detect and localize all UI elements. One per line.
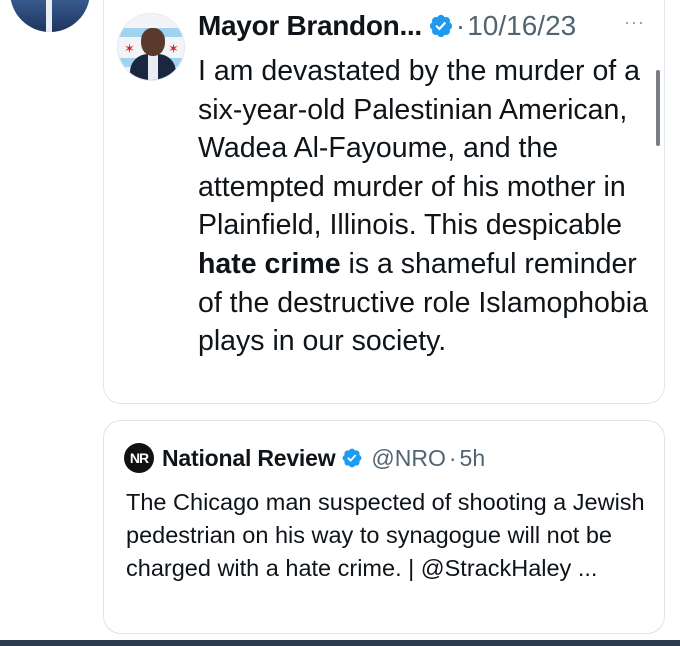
- flag-star-icon: ✶: [168, 41, 179, 56]
- quote-handle[interactable]: @NRO: [371, 445, 445, 472]
- quote-time[interactable]: 5h: [460, 445, 486, 472]
- time-separator: ·: [448, 444, 457, 471]
- tweet-body: I am devastated by the murder of a six-y…: [198, 52, 653, 361]
- tweet-text-bold: hate crime: [198, 247, 341, 280]
- tweet-text-part: I am devastated by the murder of a six-y…: [198, 55, 640, 242]
- national-review-logo[interactable]: NR: [124, 443, 154, 473]
- screenshot-page: ✶ ✶ Mayor Brandon... · 10/16/23 ··· I am…: [0, 0, 680, 646]
- mayor-avatar[interactable]: ✶ ✶: [117, 13, 185, 81]
- post-date[interactable]: 10/16/23: [467, 10, 576, 42]
- author-name[interactable]: Mayor Brandon...: [198, 10, 422, 42]
- more-options-icon[interactable]: ···: [624, 12, 645, 33]
- avatar-head: [141, 28, 165, 56]
- avatar-tie: [46, 0, 52, 32]
- verified-badge-icon: [342, 448, 362, 468]
- scrollbar-thumb[interactable]: [656, 70, 660, 146]
- quote-author-row: National Review @NRO · 5h: [162, 443, 485, 473]
- previous-user-avatar[interactable]: [10, 0, 90, 32]
- bottom-divider: [0, 640, 680, 646]
- tweet-author-row: Mayor Brandon... · 10/16/23: [198, 6, 576, 46]
- date-separator: ·: [455, 10, 466, 41]
- quote-body: The Chicago man suspected of shooting a …: [126, 489, 645, 581]
- avatar-shirt: [148, 54, 158, 80]
- flag-star-icon: ✶: [124, 41, 135, 56]
- quote-author-name[interactable]: National Review: [162, 445, 336, 472]
- verified-badge-icon: [429, 14, 452, 38]
